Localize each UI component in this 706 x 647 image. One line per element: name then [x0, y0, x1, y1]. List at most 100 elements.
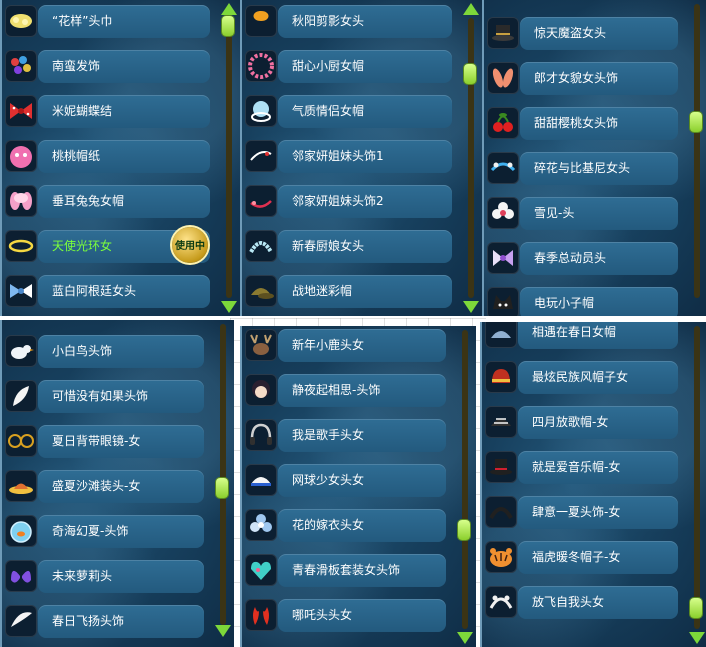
item-list-panel-4[interactable]: 小白鸟头饰 可惜没有如果头饰 夏日背带眼镜-女 盛夏沙滩装头-女 奇海幻夏-头饰…	[0, 320, 234, 647]
item-pill[interactable]: 邻家妍姐妹头饰1	[278, 140, 452, 173]
list-item[interactable]: 桃桃帽纸	[2, 139, 218, 175]
item-pill[interactable]: 电玩小子帽	[520, 287, 678, 316]
scrollbar[interactable]	[688, 0, 706, 316]
list-item[interactable]: 天使光环女 使用中	[2, 227, 218, 265]
list-item[interactable]: 奇海幻夏-头饰	[2, 514, 212, 550]
scroll-thumb[interactable]	[458, 520, 470, 540]
list-item[interactable]: 盛夏沙滩装头-女	[2, 469, 212, 505]
scroll-track[interactable]	[694, 326, 700, 629]
list-item[interactable]: 垂耳兔兔女帽	[2, 184, 218, 220]
item-pill[interactable]: 新年小鹿头女	[278, 329, 446, 362]
item-pill[interactable]: 南蛮发饰	[38, 50, 210, 83]
list-item[interactable]: 南蛮发饰	[2, 49, 218, 85]
scroll-track[interactable]	[468, 18, 474, 298]
item-pill[interactable]: 邻家妍姐妹头饰2	[278, 185, 452, 218]
list-item[interactable]: 青春滑板套装女头饰	[242, 553, 454, 589]
item-pill[interactable]: 甜甜樱桃女头饰	[520, 107, 678, 140]
list-item[interactable]: 春日飞扬头饰	[2, 604, 212, 640]
scrollbar[interactable]	[220, 0, 238, 316]
scroll-thumb[interactable]	[690, 112, 702, 132]
item-pill[interactable]: 碎花与比基尼女头	[520, 152, 678, 185]
list-item[interactable]: 郎才女貌女头饰	[484, 61, 686, 97]
list-item[interactable]: 福虎暖冬帽子-女	[482, 540, 686, 576]
item-pill[interactable]: 最炫民族风帽子女	[518, 361, 678, 394]
scroll-down-arrow-icon[interactable]	[463, 301, 479, 313]
list-item[interactable]: 电玩小子帽	[484, 286, 686, 316]
scroll-thumb[interactable]	[690, 598, 702, 618]
item-pill[interactable]: 蓝白阿根廷女头	[38, 275, 210, 308]
scroll-up-arrow-icon[interactable]	[463, 3, 479, 15]
item-list-panel-3[interactable]: 惊天魔盗女头 郎才女貌女头饰 甜甜樱桃女头饰 碎花与比基尼女头 雪见-头 春季总…	[482, 0, 706, 316]
list-item[interactable]: 肆意一夏头饰-女	[482, 495, 686, 531]
list-item[interactable]: 米妮蝴蝶结	[2, 94, 218, 130]
item-pill[interactable]: 米妮蝴蝶结	[38, 95, 210, 128]
item-pill[interactable]: 奇海幻夏-头饰	[38, 515, 204, 548]
item-pill[interactable]: 秋阳剪影女头	[278, 5, 452, 38]
scroll-thumb[interactable]	[216, 478, 228, 498]
item-pill[interactable]: 新春厨娘女头	[278, 230, 452, 263]
item-list-panel-6[interactable]: 相遇在春日女帽 最炫民族风帽子女 四月放歌帽-女 就是爱音乐帽-女 肆意一夏头饰…	[480, 322, 706, 647]
item-pill[interactable]: 静夜起相思-头饰	[278, 374, 446, 407]
list-item[interactable]: 甜甜樱桃女头饰	[484, 106, 686, 142]
item-pill[interactable]: 青春滑板套装女头饰	[278, 554, 446, 587]
list-item[interactable]: 就是爱音乐帽-女	[482, 450, 686, 486]
scroll-down-arrow-icon[interactable]	[215, 625, 231, 637]
item-pill[interactable]: 甜心小厨女帽	[278, 50, 452, 83]
list-item[interactable]: 网球少女头女	[242, 463, 454, 499]
item-pill[interactable]: 花的嫁衣头女	[278, 509, 446, 542]
scroll-thumb[interactable]	[222, 16, 234, 36]
scroll-track[interactable]	[462, 330, 468, 629]
item-pill[interactable]: 未来萝莉头	[38, 560, 204, 593]
item-pill[interactable]: 战地迷彩帽	[278, 275, 452, 308]
item-pill[interactable]: 气质情侣女帽	[278, 95, 452, 128]
item-pill[interactable]: “花样”头巾	[38, 5, 210, 38]
item-pill[interactable]: 春季总动员头	[520, 242, 678, 275]
list-item[interactable]: 哪吒头头女	[242, 598, 454, 634]
scroll-track[interactable]	[220, 324, 226, 625]
list-item[interactable]: “花样”头巾	[2, 4, 218, 40]
scrollbar[interactable]	[462, 0, 480, 316]
list-item[interactable]: 战地迷彩帽	[242, 274, 460, 310]
scroll-down-arrow-icon[interactable]	[221, 301, 237, 313]
list-item[interactable]: 秋阳剪影女头	[242, 4, 460, 40]
item-pill[interactable]: 放飞自我头女	[518, 586, 678, 619]
item-pill[interactable]: 惊天魔盗女头	[520, 17, 678, 50]
item-pill[interactable]: 四月放歌帽-女	[518, 406, 678, 439]
item-pill[interactable]: 网球少女头女	[278, 464, 446, 497]
list-item[interactable]: 小白鸟头饰	[2, 334, 212, 370]
item-pill[interactable]: 就是爱音乐帽-女	[518, 451, 678, 484]
scrollbar[interactable]	[456, 326, 474, 647]
item-pill[interactable]: 天使光环女 使用中	[38, 227, 210, 263]
list-item[interactable]: 惊天魔盗女头	[484, 16, 686, 52]
list-item[interactable]: 春季总动员头	[484, 241, 686, 277]
list-item[interactable]: 新年小鹿头女	[242, 328, 454, 364]
list-item[interactable]: 放飞自我头女	[482, 585, 686, 621]
item-pill[interactable]: 相遇在春日女帽	[518, 322, 678, 349]
scrollbar[interactable]	[688, 322, 706, 647]
item-list-panel-1[interactable]: “花样”头巾 南蛮发饰 米妮蝴蝶结 桃桃帽纸 垂耳兔兔女帽 天使光环女 使用中 …	[0, 0, 240, 316]
item-pill[interactable]: 郎才女貌女头饰	[520, 62, 678, 95]
item-pill[interactable]: 雪见-头	[520, 197, 678, 230]
list-item[interactable]: 气质情侣女帽	[242, 94, 460, 130]
item-pill[interactable]: 小白鸟头饰	[38, 335, 204, 368]
list-item[interactable]: 静夜起相思-头饰	[242, 373, 454, 409]
list-item[interactable]: 邻家妍姐妹头饰1	[242, 139, 460, 175]
item-pill[interactable]: 我是歌手头女	[278, 419, 446, 452]
list-item[interactable]: 邻家妍姐妹头饰2	[242, 184, 460, 220]
item-pill[interactable]: 福虎暖冬帽子-女	[518, 541, 678, 574]
item-pill[interactable]: 桃桃帽纸	[38, 140, 210, 173]
list-item[interactable]: 花的嫁衣头女	[242, 508, 454, 544]
list-item[interactable]: 我是歌手头女	[242, 418, 454, 454]
scrollbar[interactable]	[214, 320, 232, 647]
list-item[interactable]: 最炫民族风帽子女	[482, 360, 686, 396]
list-item[interactable]: 夏日背带眼镜-女	[2, 424, 212, 460]
list-item[interactable]: 相遇在春日女帽	[482, 322, 686, 351]
item-pill[interactable]: 春日飞扬头饰	[38, 605, 204, 638]
scroll-down-arrow-icon[interactable]	[457, 632, 473, 644]
item-pill[interactable]: 肆意一夏头饰-女	[518, 496, 678, 529]
list-item[interactable]: 碎花与比基尼女头	[484, 151, 686, 187]
item-pill[interactable]: 夏日背带眼镜-女	[38, 425, 204, 458]
scroll-down-arrow-icon[interactable]	[689, 632, 705, 644]
item-list-panel-2[interactable]: 秋阳剪影女头 甜心小厨女帽 气质情侣女帽 邻家妍姐妹头饰1 邻家妍姐妹头饰2 新…	[240, 0, 482, 316]
item-pill[interactable]: 哪吒头头女	[278, 599, 446, 632]
